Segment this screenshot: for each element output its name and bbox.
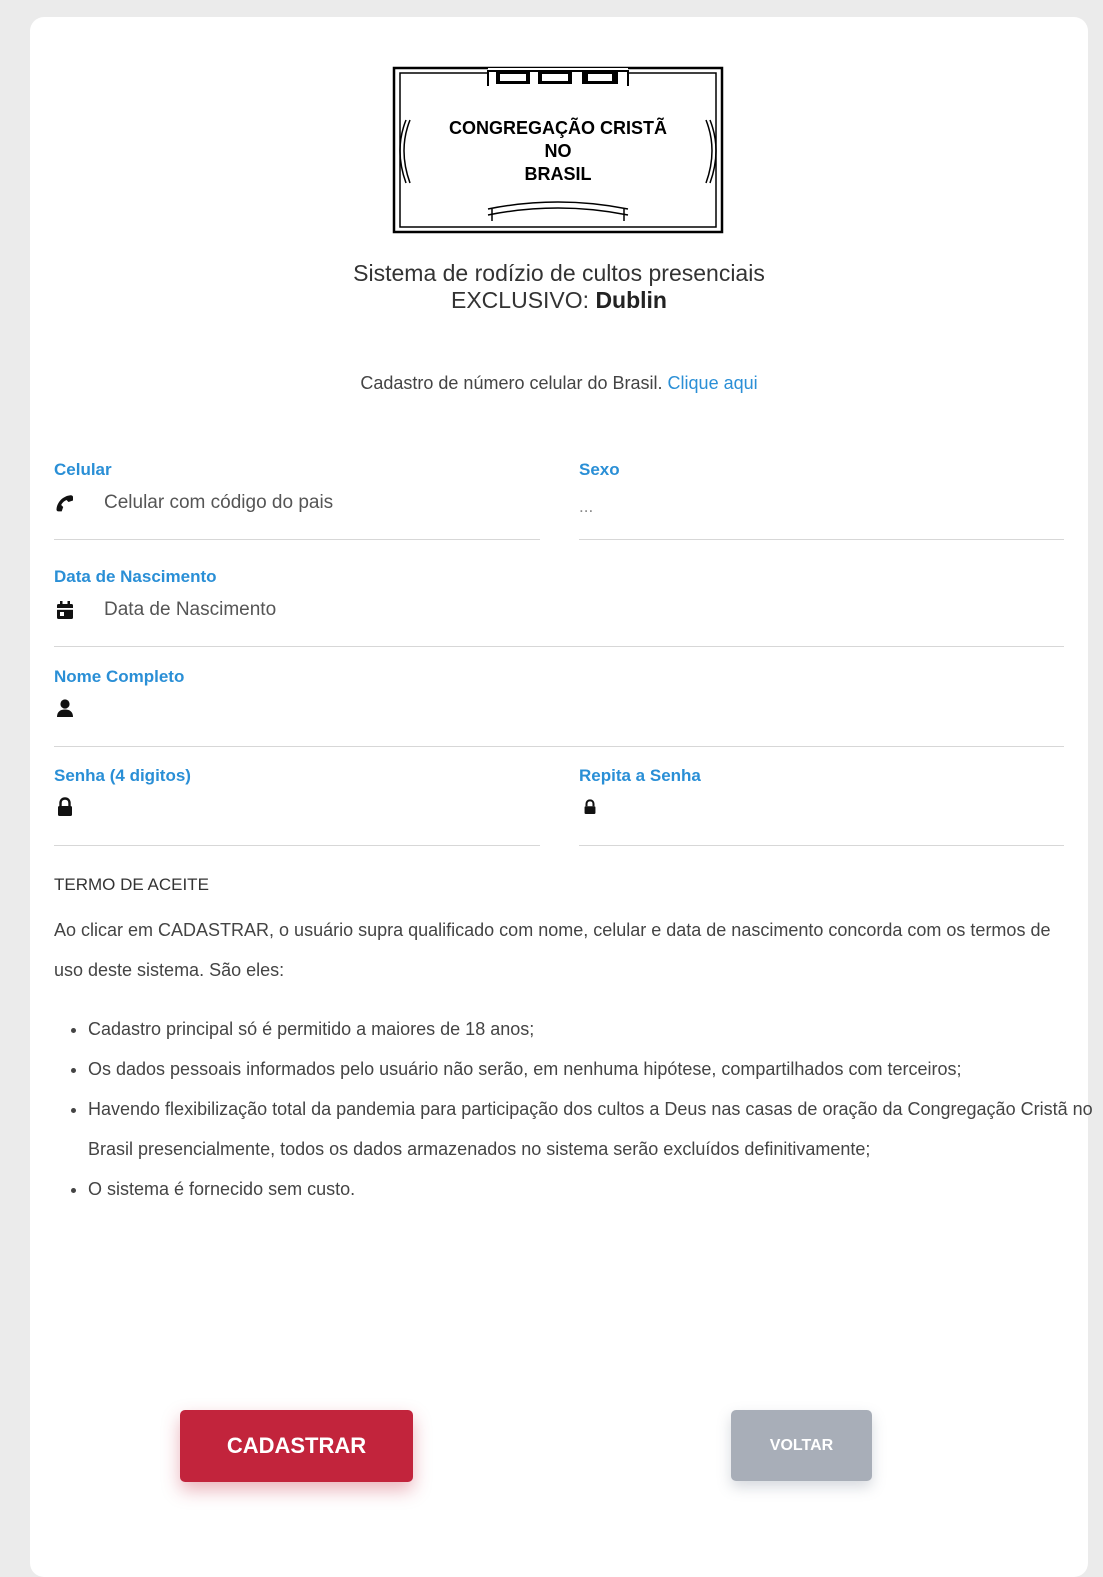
celular-field[interactable]: Celular Celular com código do pais	[54, 460, 540, 540]
celular-underline	[54, 539, 540, 540]
repita-senha-label: Repita a Senha	[579, 766, 701, 785]
terms-item: Cadastro principal só é permitido a maio…	[88, 1009, 1098, 1049]
exclusive-label: EXCLUSIVO:	[451, 287, 590, 313]
calendar-icon	[54, 599, 76, 621]
sexo-label: Sexo	[579, 460, 620, 479]
nome-field[interactable]: Nome Completo	[54, 667, 1064, 747]
registration-card: CONGREGAÇÃO CRISTÃ NO BRASIL Sistema de …	[30, 17, 1093, 1577]
celular-label: Celular	[54, 460, 112, 479]
brazil-register-link[interactable]: Clique aqui	[668, 373, 758, 393]
system-title: Sistema de rodízio de cultos presenciais	[353, 260, 765, 286]
nascimento-input[interactable]: Data de Nascimento	[104, 599, 276, 621]
nascimento-label: Data de Nascimento	[54, 567, 217, 586]
user-icon	[54, 697, 76, 719]
terms-item: O sistema é fornecido sem custo.	[88, 1169, 1098, 1209]
senha-underline	[54, 845, 540, 846]
terms-intro: Ao clicar em CADASTRAR, o usuário supra …	[54, 920, 1051, 980]
lock-icon	[54, 796, 76, 818]
nascimento-underline	[54, 646, 1064, 647]
phone-icon	[54, 492, 76, 514]
voltar-button[interactable]: VOLTAR	[731, 1410, 872, 1481]
terms-item: Os dados pessoais informados pelo usuári…	[88, 1049, 1098, 1089]
brazil-notice: Cadastro de número celular do Brasil. Cl…	[30, 373, 1088, 394]
terms-list: Cadastro principal só é permitido a maio…	[54, 1009, 1098, 1209]
terms-title: TERMO DE ACEITE	[54, 875, 209, 894]
sexo-select[interactable]: ...	[579, 497, 593, 517]
senha-field[interactable]: Senha (4 digitos)	[54, 766, 540, 846]
exclusive-line: EXCLUSIVO: Dublin	[30, 287, 1088, 314]
sexo-underline	[579, 539, 1064, 540]
logo-text: CONGREGAÇÃO CRISTÃ NO BRASIL	[392, 117, 724, 186]
cadastrar-button[interactable]: CADASTRAR	[180, 1410, 413, 1482]
lock-icon	[579, 796, 601, 818]
ccb-logo: CONGREGAÇÃO CRISTÃ NO BRASIL	[392, 65, 724, 235]
page-subtitle: Sistema de rodízio de cultos presenciais…	[30, 260, 1088, 314]
exclusive-value: Dublin	[595, 287, 667, 313]
logo-line-3: BRASIL	[524, 164, 592, 184]
brazil-notice-text: Cadastro de número celular do Brasil.	[360, 373, 663, 393]
nome-label: Nome Completo	[54, 667, 185, 686]
logo-line-1: CONGREGAÇÃO CRISTÃ	[448, 118, 667, 138]
celular-input[interactable]: Celular com código do pais	[104, 492, 333, 514]
logo-line-2: NO	[544, 141, 572, 161]
repita-senha-field[interactable]: Repita a Senha	[579, 766, 1064, 846]
repita-senha-underline	[579, 845, 1064, 846]
senha-label: Senha (4 digitos)	[54, 766, 191, 785]
nascimento-field[interactable]: Data de Nascimento Data de Nascimento	[54, 567, 1064, 647]
terms-item: Havendo flexibilização total da pandemia…	[88, 1089, 1098, 1169]
nome-underline	[54, 746, 1064, 747]
sexo-field[interactable]: Sexo ...	[579, 460, 1064, 540]
